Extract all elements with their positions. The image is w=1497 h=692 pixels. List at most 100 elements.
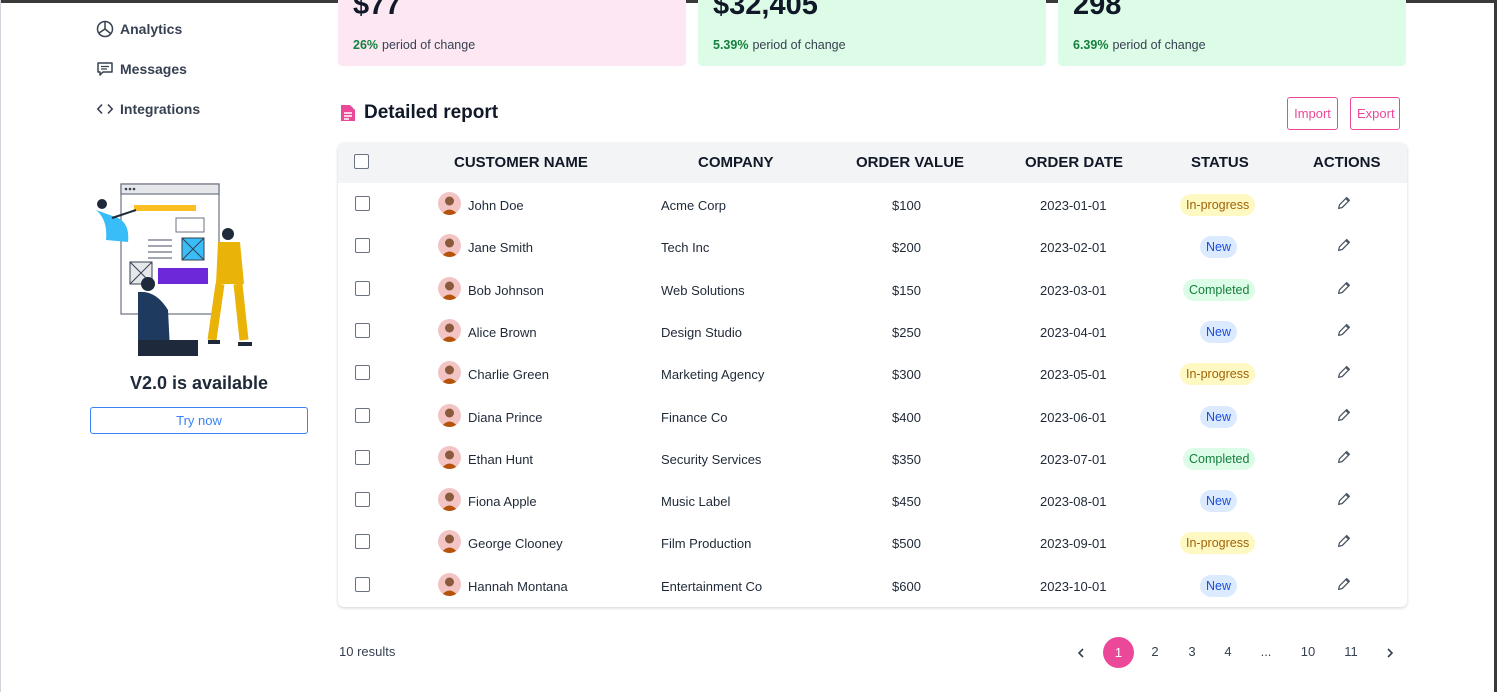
customer-name: Hannah Montana <box>468 578 568 594</box>
row-checkbox[interactable] <box>355 280 370 296</box>
edit-button[interactable] <box>1335 575 1355 595</box>
column-header-status[interactable]: STATUS <box>1191 154 1249 171</box>
row-checkbox[interactable] <box>355 365 370 381</box>
stat-card: $32,405 5.39% period of change <box>698 0 1046 66</box>
row-checkbox[interactable] <box>355 322 370 338</box>
pagination-page-11[interactable]: 11 <box>1336 637 1366 667</box>
column-header-company[interactable]: COMPANY <box>698 154 774 171</box>
stat-value: $77 <box>353 0 402 21</box>
edit-button[interactable] <box>1335 363 1355 383</box>
status-badge: New <box>1200 236 1238 259</box>
pencil-icon <box>1337 450 1351 463</box>
row-checkbox[interactable] <box>355 196 370 211</box>
pagination-page-10[interactable]: 10 <box>1293 637 1323 667</box>
company-name: Security Services <box>661 451 762 467</box>
pagination-next-button[interactable] <box>1375 637 1405 667</box>
pencil-icon <box>1337 281 1351 294</box>
table-row: Diana Prince Finance Co $400 2023-06-01 New <box>338 396 1407 438</box>
edit-button[interactable] <box>1335 194 1355 214</box>
order-value: $300 <box>892 367 921 383</box>
select-all-checkbox[interactable] <box>354 154 369 169</box>
avatar <box>438 234 461 258</box>
pencil-icon <box>1337 366 1351 379</box>
sidebar-item-label: Messages <box>120 61 187 77</box>
avatar <box>438 403 461 427</box>
column-header-customer-name[interactable]: CUSTOMER NAME <box>454 154 588 171</box>
table-row: Bob Johnson Web Solutions $150 2023-03-01 Co… <box>338 269 1407 311</box>
try-now-button[interactable]: Try now <box>90 407 308 434</box>
customer-name: Jane Smith <box>468 240 534 256</box>
pagination-ellipsis: ... <box>1260 644 1272 659</box>
status-badge: In-progress <box>1180 532 1256 555</box>
table-row: Alice Brown Design Studio $250 2023-04-01 Ne… <box>338 311 1407 353</box>
status-badge: New <box>1200 574 1238 597</box>
pencil-icon <box>1337 196 1351 210</box>
sidebar-item-integrations[interactable]: Integrations <box>96 100 200 118</box>
import-button[interactable]: Import <box>1287 97 1338 130</box>
order-value: $150 <box>892 282 921 298</box>
report-table: CUSTOMER NAME COMPANY ORDER VALUE ORDER … <box>338 143 1407 607</box>
row-checkbox[interactable] <box>355 449 370 465</box>
table-row: Hannah Montana Entertainment Co $600 2023-1… <box>338 565 1407 607</box>
sidebar-item-analytics[interactable]: Analytics <box>96 20 182 38</box>
stat-change-percent: 26% <box>353 38 379 52</box>
avatar <box>438 572 461 596</box>
chevron-left-icon <box>1077 647 1084 658</box>
edit-button[interactable] <box>1335 532 1355 552</box>
export-button[interactable]: Export <box>1350 97 1400 130</box>
row-checkbox[interactable] <box>355 238 370 254</box>
row-checkbox[interactable] <box>355 407 370 423</box>
order-value: $600 <box>892 578 921 594</box>
order-date: 2023-06-01 <box>1040 409 1107 425</box>
window-left-border <box>0 0 1 692</box>
column-header-order-date[interactable]: ORDER DATE <box>1025 154 1123 171</box>
order-value: $250 <box>892 324 921 340</box>
order-value: $100 <box>892 198 921 213</box>
pencil-icon <box>1337 323 1351 336</box>
row-checkbox[interactable] <box>355 576 370 592</box>
order-value: $200 <box>892 240 921 256</box>
pagination-page-1[interactable]: 1 <box>1103 637 1134 668</box>
table-row: Fiona Apple Music Label $450 2023-08-01 New <box>338 480 1407 522</box>
report-title-text: Detailed report <box>364 102 499 123</box>
document-icon <box>341 105 355 121</box>
table-header: CUSTOMER NAME COMPANY ORDER VALUE ORDER … <box>338 143 1407 183</box>
edit-button[interactable] <box>1335 448 1355 468</box>
sidebar-item-messages[interactable]: Messages <box>96 60 187 78</box>
code-icon <box>96 103 114 115</box>
row-checkbox[interactable] <box>355 534 370 550</box>
edit-button[interactable] <box>1335 490 1355 510</box>
column-header-actions: ACTIONS <box>1313 154 1381 171</box>
company-name: Entertainment Co <box>661 578 763 594</box>
avatar <box>438 530 461 554</box>
message-icon <box>97 62 113 76</box>
pagination-page-3[interactable]: 3 <box>1177 637 1207 667</box>
status-badge: New <box>1200 490 1238 513</box>
pencil-icon <box>1337 239 1351 252</box>
chevron-right-icon <box>1387 647 1394 658</box>
pagination-prev-button[interactable] <box>1066 637 1096 667</box>
edit-button[interactable] <box>1335 406 1355 426</box>
table-row: Ethan Hunt Security Services $350 2023-07-0… <box>338 438 1407 480</box>
customer-name: Ethan Hunt <box>468 451 534 467</box>
pencil-icon <box>1337 493 1351 506</box>
customer-name: George Clooney <box>468 536 563 552</box>
table-row: Jane Smith Tech Inc $200 2023-02-01 New <box>338 226 1407 268</box>
pagination-page-2[interactable]: 2 <box>1140 637 1170 667</box>
status-badge: New <box>1200 405 1238 428</box>
order-date: 2023-04-01 <box>1040 324 1107 340</box>
pagination-page-4[interactable]: 4 <box>1213 637 1243 667</box>
row-checkbox[interactable] <box>355 492 370 508</box>
customer-name: Alice Brown <box>468 324 537 340</box>
stat-card: 298 6.39% period of change <box>1058 0 1406 66</box>
edit-button[interactable] <box>1335 236 1355 256</box>
company-name: Acme Corp <box>661 198 727 213</box>
edit-button[interactable] <box>1335 279 1355 299</box>
status-badge: In-progress <box>1180 363 1256 386</box>
promo-title: V2.0 is available <box>129 373 269 393</box>
column-header-order-value[interactable]: ORDER VALUE <box>856 154 964 171</box>
avatar <box>438 361 461 385</box>
edit-button[interactable] <box>1335 321 1355 341</box>
company-name: Finance Co <box>661 409 728 425</box>
status-badge: Completed <box>1183 278 1256 301</box>
